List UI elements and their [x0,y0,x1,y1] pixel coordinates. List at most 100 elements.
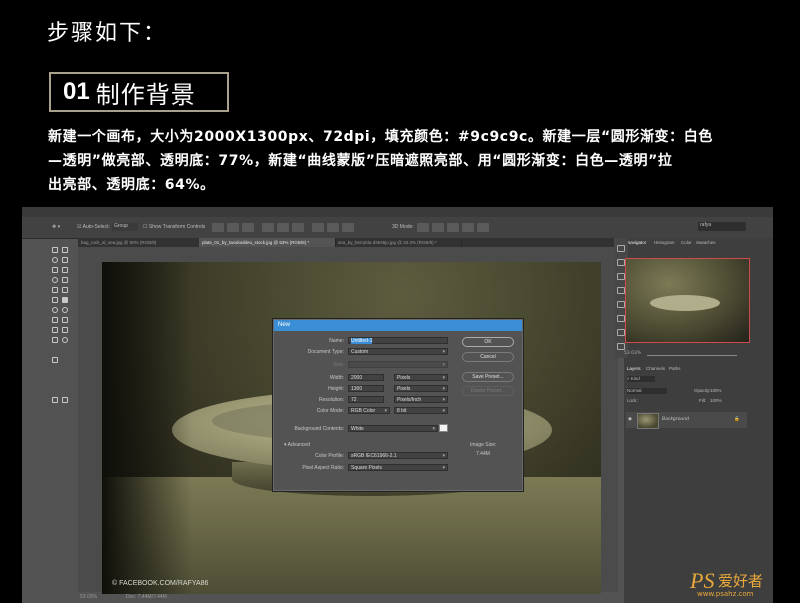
path-selection-icon[interactable] [52,327,58,333]
navigator-zoom-value[interactable]: 53.03% [624,351,641,356]
3d-scale-button[interactable] [477,223,489,232]
properties-panel-icon[interactable] [617,329,625,336]
hand-tool-icon[interactable] [52,337,58,343]
resolution-unit-select[interactable]: Pixels/Inch [394,396,448,404]
fill-field[interactable]: 100% [710,398,722,403]
document-tab-active[interactable]: plate_01_by_twodoubleu_stock.jpg @ 53% (… [199,238,336,247]
navigator-preview[interactable] [625,258,750,343]
background-contents-label: Background Contents: [294,426,344,432]
healing-brush-icon[interactable] [52,277,58,283]
dodge-tool-icon[interactable] [62,307,68,313]
magic-wand-icon[interactable] [62,257,68,263]
background-color-swatch[interactable] [439,424,448,432]
background-contents-select[interactable]: White [348,425,438,433]
clone-stamp-icon[interactable] [52,287,58,293]
history-panel-icon[interactable] [617,245,625,252]
3d-roll-button[interactable] [432,223,444,232]
layer-kind-filter[interactable]: ⌕ Kind [627,376,655,382]
color-profile-select[interactable]: sRGB IEC61966-2.1 [348,452,448,460]
tab-channels[interactable]: Channels [646,366,665,371]
type-tool-icon[interactable] [62,317,68,323]
actions-panel-icon[interactable] [617,259,625,266]
navigator-zoom-slider[interactable] [647,355,737,356]
delete-preset-button: Delete Preset... [462,386,514,396]
distribute-middle-button[interactable] [327,223,339,232]
opacity-field[interactable]: 100% [710,388,722,393]
paragraph-panel-icon[interactable] [617,315,625,322]
tab-color[interactable]: Color [681,240,692,245]
distribute-bottom-button[interactable] [342,223,354,232]
step-title: 制作背景 [95,80,196,109]
bit-depth-select[interactable]: 8 bit [394,407,448,415]
document-tab-bar: bag_rock_al_sea.jpg @ 50% (RGB/8) plate_… [78,238,618,247]
width-field[interactable]: 2000 [348,374,384,381]
align-middle-button[interactable] [227,223,239,232]
align-right-button[interactable] [292,223,304,232]
align-bottom-button[interactable] [242,223,254,232]
name-label: Name: [329,338,344,344]
name-field[interactable]: Untitled-1 [348,337,448,344]
edit-toolbar-icon[interactable] [52,357,58,363]
advanced-toggle[interactable]: ▾ Advanced [284,442,310,448]
workspace-search-input[interactable]: rafya [698,222,746,231]
tab-navigator[interactable]: Navigator [627,240,646,245]
auto-select-dropdown[interactable]: Group [112,223,138,231]
status-zoom[interactable]: 53.03% [80,594,97,600]
pixel-aspect-select[interactable]: Square Pixels [348,464,448,472]
move-tool-icon[interactable]: ✥ ▾ [52,224,60,230]
marquee-tool-icon[interactable] [62,247,68,253]
step-description-line: 新建一个画布，大小为2000X1300px、72dpi，填充颜色：#9c9c9c… [48,129,713,145]
cancel-button[interactable]: Cancel [462,352,514,362]
clone-source-icon[interactable] [617,287,625,294]
ok-button[interactable]: OK [462,337,514,347]
rectangle-tool-icon[interactable] [62,327,68,333]
resolution-field[interactable]: 72 [348,396,384,403]
quick-mask-icon[interactable] [52,397,58,403]
brush-tool-icon[interactable] [62,277,68,283]
document-tab[interactable]: bag_rock_al_sea.jpg @ 50% (RGB/8) [78,238,200,247]
step-title-box: 01 制作背景 [49,72,229,112]
align-left-button[interactable] [262,223,274,232]
3d-slide-button[interactable] [462,223,474,232]
show-transform-checkbox[interactable]: ☐ Show Transform Controls [143,224,205,230]
gradient-tool-icon[interactable] [62,297,68,303]
align-top-button[interactable] [212,223,224,232]
align-center-button[interactable] [277,223,289,232]
document-type-select[interactable]: Custom [348,348,448,356]
dialog-titlebar[interactable] [274,320,522,331]
lasso-tool-icon[interactable] [52,257,58,263]
brush-panel-icon[interactable] [617,273,625,280]
height-unit-select[interactable]: Pixels [394,385,448,393]
color-mode-select[interactable]: RGB Color [348,407,390,415]
crop-tool-icon[interactable] [52,267,58,273]
site-logo-text: 爱好者 [718,572,764,590]
save-preset-button[interactable]: Save Preset... [462,372,514,382]
eye-icon[interactable]: ◉ [628,417,632,422]
tab-swatches[interactable]: Swatches [696,240,716,245]
history-brush-icon[interactable] [62,287,68,293]
status-doc-size: Doc: 7.44M/7.44M [126,594,167,600]
blend-mode-select[interactable]: Normal [627,388,667,394]
zoom-tool-icon[interactable] [62,337,68,343]
adjustments-panel-icon[interactable] [617,343,625,350]
distribute-top-button[interactable] [312,223,324,232]
blur-tool-icon[interactable] [52,307,58,313]
width-unit-select[interactable]: Pixels [394,374,448,382]
character-panel-icon[interactable] [617,301,625,308]
eyedropper-icon[interactable] [62,267,68,273]
document-tab[interactable]: sea_by_berryblu-d3645jo.jpg @ 33.3% (RGB… [335,238,462,247]
tab-histogram[interactable]: Histogram [654,240,675,245]
move-tool-icon[interactable] [52,247,58,253]
pen-tool-icon[interactable] [52,317,58,323]
3d-orbit-button[interactable] [417,223,429,232]
tab-layers[interactable]: Layers [627,366,641,371]
photo-watermark: © FACEBOOK.COM/RAFYA86 [112,580,209,587]
height-field[interactable]: 1300 [348,385,384,392]
tab-paths[interactable]: Paths [669,366,681,371]
status-bar: 53.03% Doc: 7.44M/7.44M [78,592,618,603]
auto-select-checkbox[interactable]: ☑ Auto-Select: [77,224,110,230]
eraser-icon[interactable] [52,297,58,303]
3d-pan-button[interactable] [447,223,459,232]
site-url: www.psahz.com [697,590,754,598]
screen-mode-icon[interactable] [62,397,68,403]
